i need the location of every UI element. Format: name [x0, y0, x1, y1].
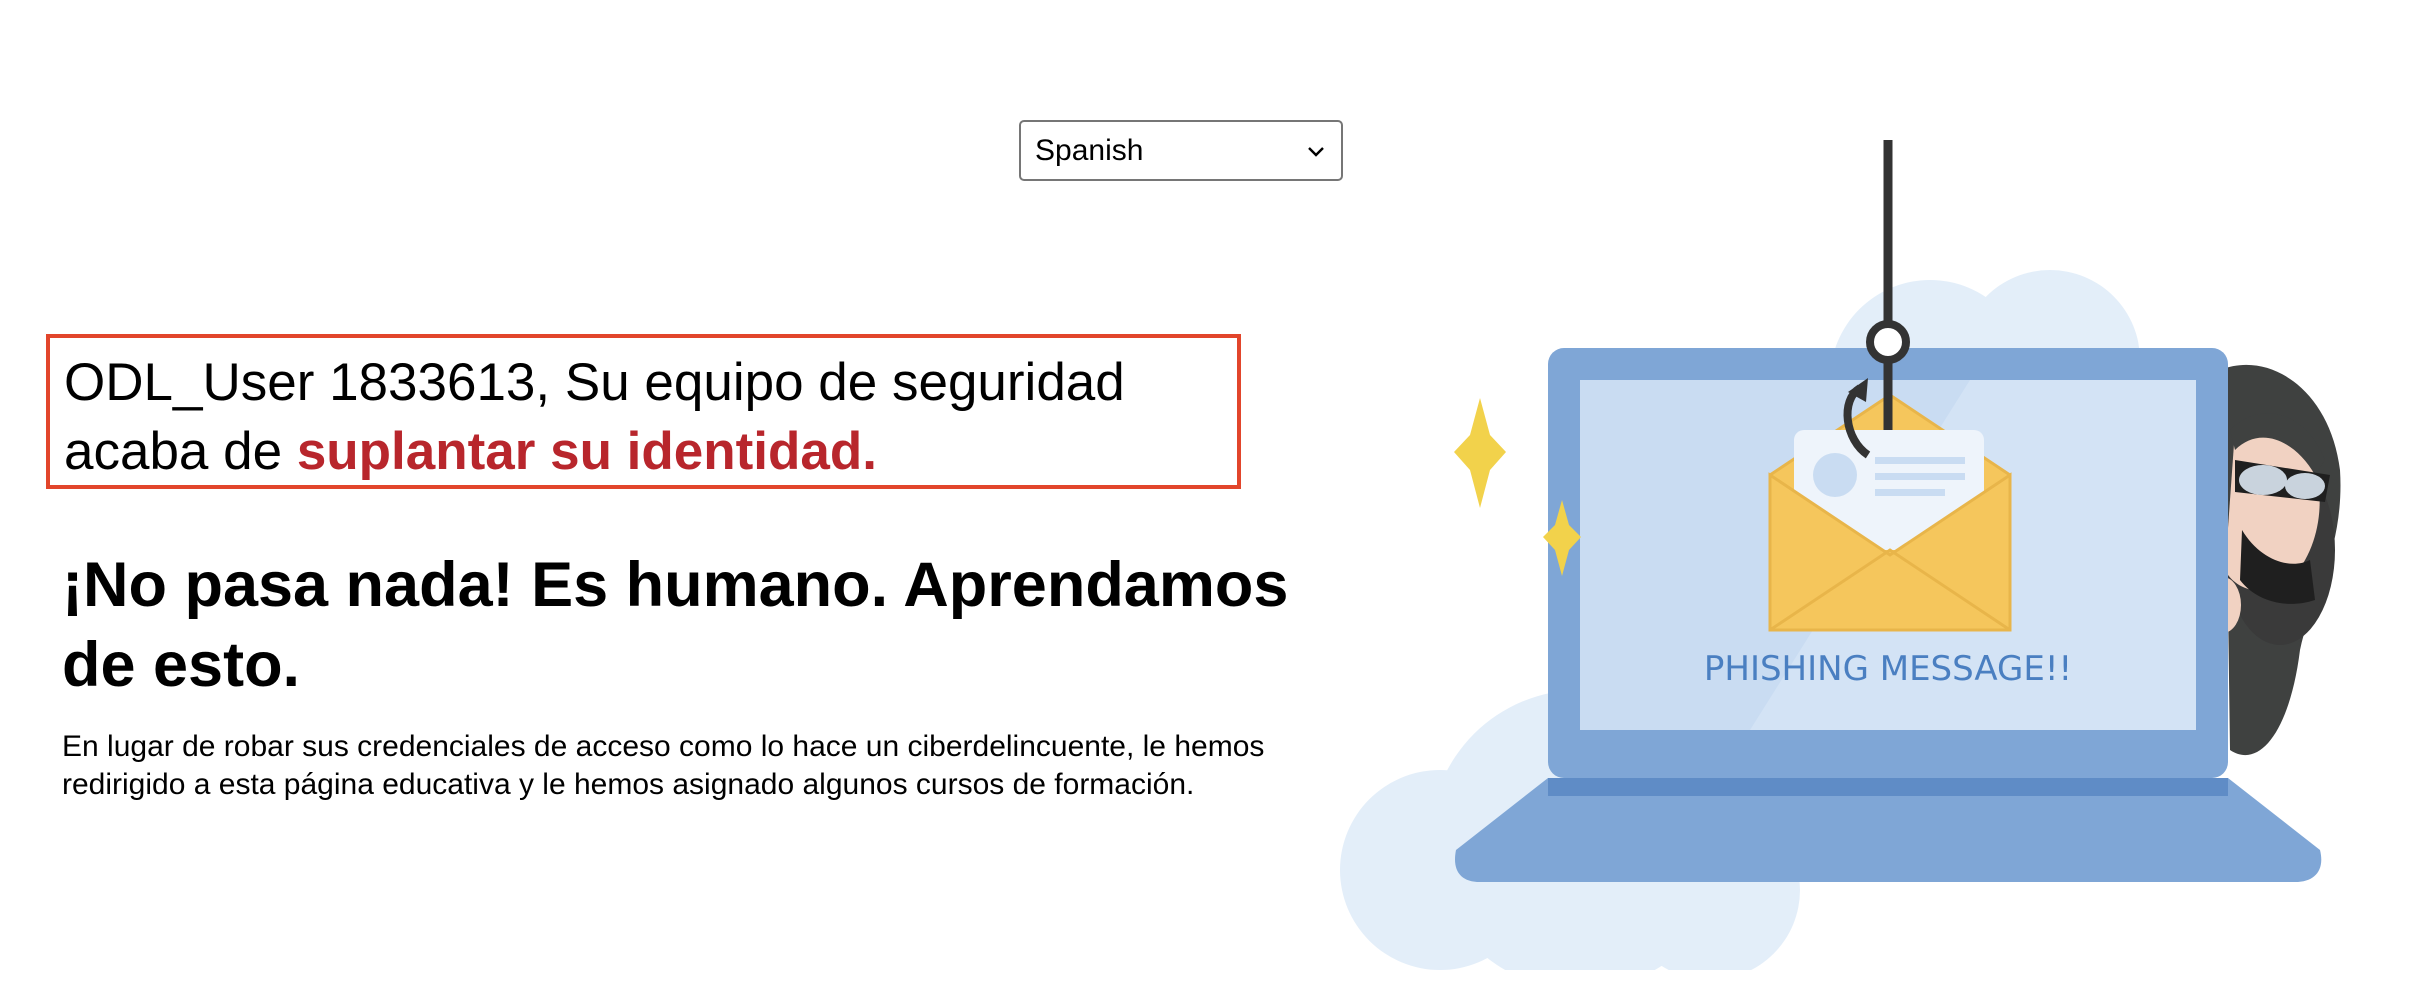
language-select[interactable]: Spanish: [1019, 120, 1343, 181]
envelope-icon: [1768, 393, 2012, 632]
phishing-illustration-graphic: PHISHING MESSAGE!!: [1340, 140, 2341, 970]
page-headline: ¡No pasa nada! Es humano. Aprendamos de …: [62, 550, 1289, 700]
alert-message-box: ODL_User 1833613, Su equipo de seguridad…: [46, 334, 1241, 489]
chevron-down-icon: [1308, 146, 1324, 157]
language-select-value: Spanish: [1035, 133, 1144, 167]
explanation-text: En lugar de robar sus credenciales de ac…: [62, 730, 1265, 801]
phishing-illustration: PHISHING MESSAGE!!: [1330, 130, 2410, 970]
phishing-message-label: PHISHING MESSAGE!!: [1704, 649, 2072, 689]
sparkle-icon: [1454, 398, 1506, 508]
phishing-education-page: Spanish ODL_User 1833613, Su equipo de s…: [0, 0, 2430, 984]
alert-highlight: suplantar su identidad.: [296, 422, 877, 481]
